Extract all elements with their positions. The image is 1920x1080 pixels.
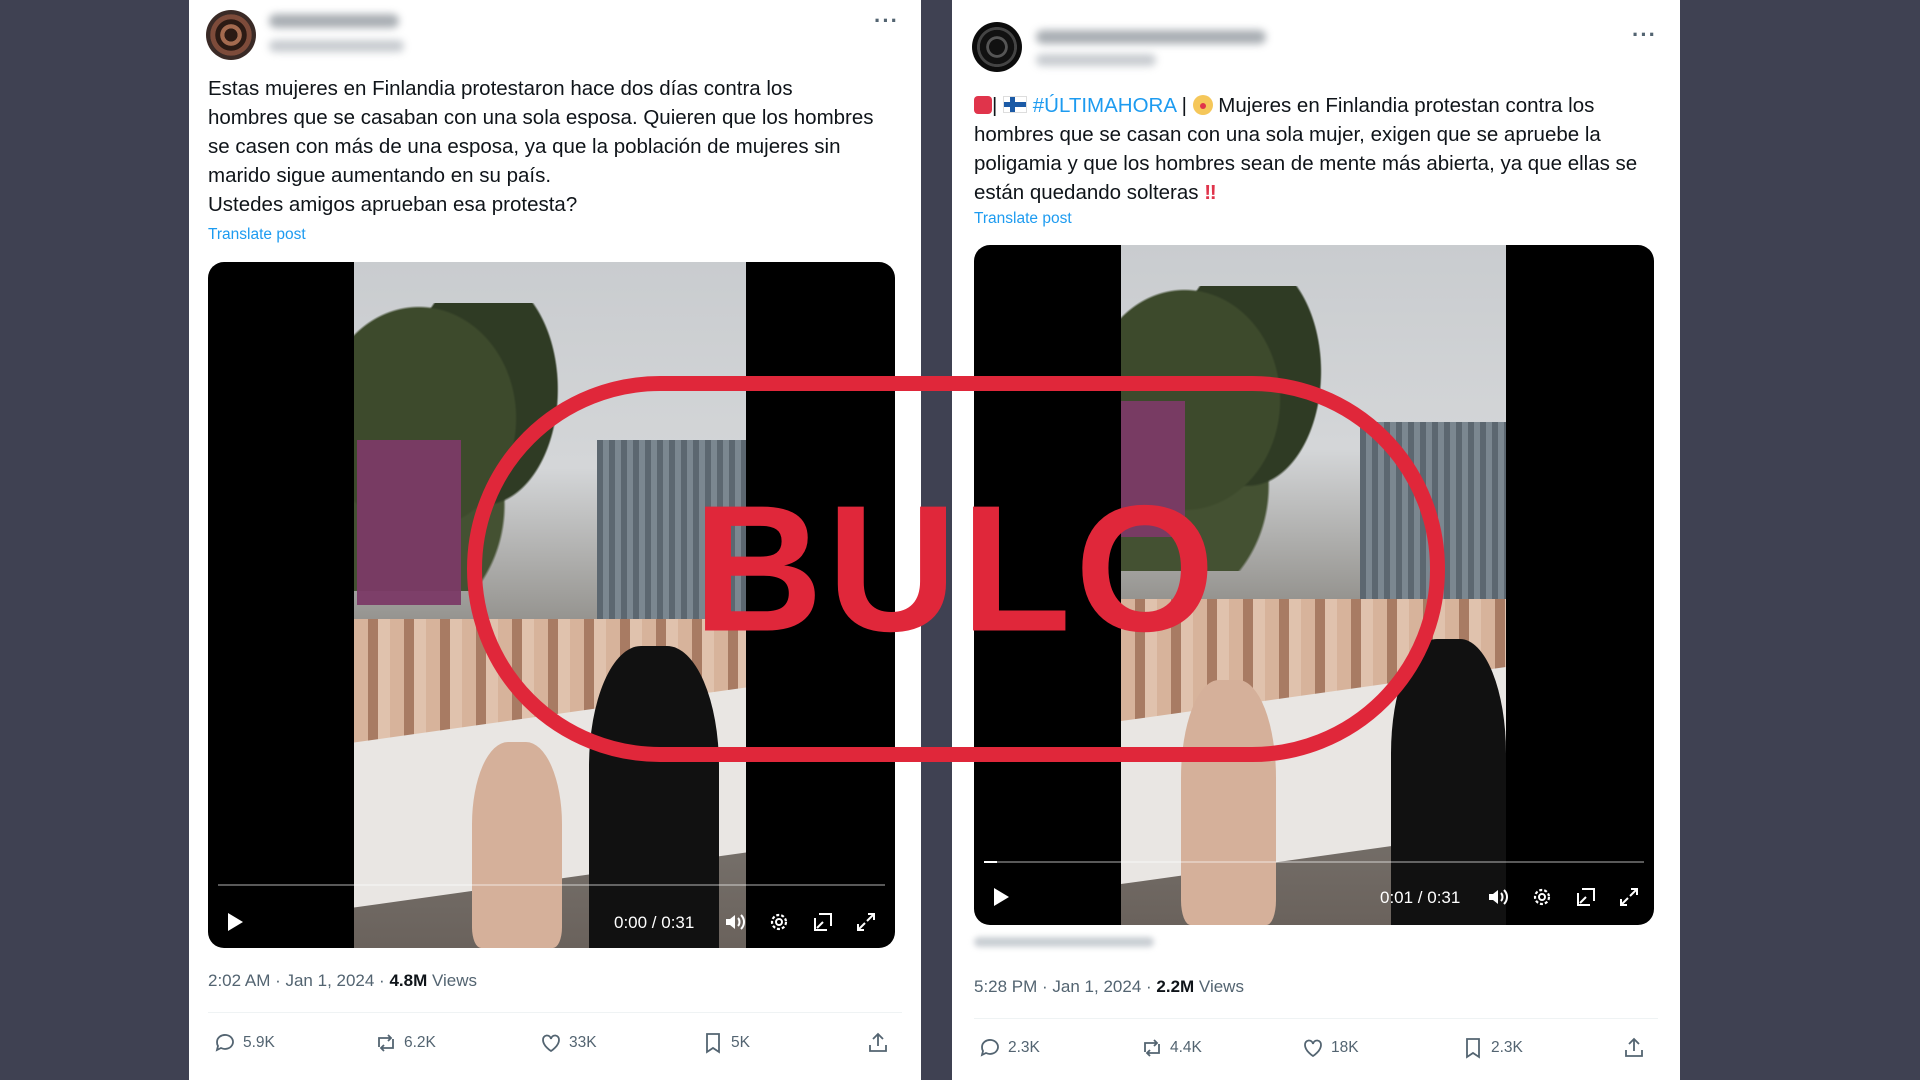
views-count: 4.8M [389,971,428,990]
post-meta: 5:28 PM · Jan 1, 2024 · 2.2M Views [974,977,1244,997]
author-handle-blurred[interactable] [269,40,404,52]
author-handle-blurred[interactable] [1036,54,1156,66]
finland-flag-icon [1003,96,1028,113]
repost-button[interactable]: 6.2K [374,1031,436,1055]
blurred-caption [974,937,1154,947]
like-count: 18K [1331,1039,1359,1056]
settings-gear-icon[interactable] [767,910,791,934]
hoax-stamp-label: BULO [693,468,1219,670]
siren-icon [974,96,992,114]
repost-icon [378,1034,394,1052]
post-timestamp[interactable]: 2:02 AM · Jan 1, 2024 · [208,971,389,990]
divider [208,1012,902,1013]
video-progress-bar[interactable] [984,861,1644,863]
author-name-blurred[interactable] [269,14,399,28]
post-timestamp[interactable]: 5:28 PM · Jan 1, 2024 · [974,977,1156,996]
hashtag-link[interactable]: #ÚLTIMAHORA [1033,94,1176,117]
views-label: Views [427,971,478,990]
post-text: | #ÚLTIMAHORA | Mujeres en Finlandia pro… [974,94,1638,204]
double-exclamation-icon: ‼ [1204,181,1217,204]
share-icon [1625,1037,1643,1057]
repost-button[interactable]: 4.4K [1140,1036,1202,1060]
more-options-button[interactable]: ··· [1632,22,1657,48]
more-options-button[interactable]: ··· [874,8,899,34]
post-meta: 2:02 AM · Jan 1, 2024 · 4.8M Views [208,971,477,991]
bookmark-button[interactable]: 2.3K [1461,1036,1523,1060]
translate-post-link[interactable]: Translate post [974,210,1072,228]
hoax-stamp: BULO [467,376,1445,762]
author-name-blurred[interactable] [1036,30,1266,44]
author-avatar[interactable] [206,10,256,60]
video-time: 0:00 / 0:31 [614,913,695,932]
volume-icon[interactable] [1486,885,1510,909]
reply-count: 2.3K [1008,1039,1040,1056]
author-avatar[interactable] [972,22,1022,72]
reply-button[interactable]: 5.9K [213,1031,275,1055]
share-button[interactable] [1622,1036,1646,1060]
repost-count: 6.2K [404,1034,436,1051]
divider [974,1018,1658,1019]
picture-in-picture-icon[interactable] [1574,885,1598,909]
bookmark-count: 5K [731,1034,750,1051]
reply-icon [980,1039,999,1057]
views-count: 2.2M [1156,977,1195,996]
like-button[interactable]: 33K [539,1031,597,1055]
share-icon [869,1032,887,1052]
reply-count: 5.9K [243,1034,275,1051]
video-progress-fill [984,861,998,863]
share-button[interactable] [866,1031,890,1055]
views-label: Views [1194,977,1244,996]
fullscreen-icon[interactable] [854,910,878,934]
repost-icon [1144,1039,1160,1057]
bookmark-icon [706,1033,720,1054]
heart-icon [542,1034,560,1053]
clown-icon [1192,95,1213,115]
volume-icon[interactable] [723,910,747,934]
like-count: 33K [569,1034,597,1051]
bookmark-icon [1466,1038,1480,1059]
fullscreen-icon[interactable] [1617,885,1641,909]
post-text: Estas mujeres en Finlandia protestaron h… [208,77,874,216]
play-icon[interactable] [994,888,1009,906]
translate-post-link[interactable]: Translate post [208,226,306,244]
play-icon[interactable] [228,913,243,931]
reply-icon [215,1034,234,1052]
picture-in-picture-icon[interactable] [811,910,835,934]
like-button[interactable]: 18K [1301,1036,1359,1060]
video-time: 0:01 / 0:31 [1380,888,1461,907]
bookmark-button[interactable]: 5K [701,1031,750,1055]
bookmark-count: 2.3K [1491,1039,1523,1056]
video-progress-bar[interactable] [218,884,885,886]
settings-gear-icon[interactable] [1530,885,1554,909]
repost-count: 4.4K [1170,1039,1202,1056]
heart-icon [1304,1039,1322,1058]
reply-button[interactable]: 2.3K [978,1036,1040,1060]
